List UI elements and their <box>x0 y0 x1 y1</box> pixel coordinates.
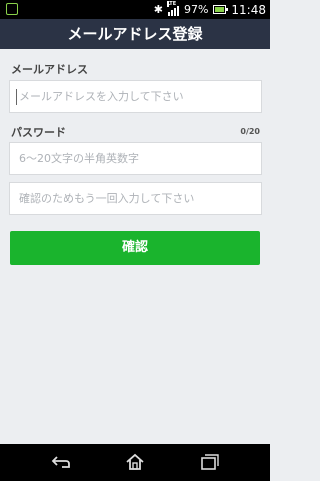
battery-icon <box>213 5 229 14</box>
signal-icon: LTE <box>166 0 179 16</box>
bluetooth-icon: ✱ <box>153 3 163 16</box>
confirm-button[interactable]: 確認 <box>10 231 260 265</box>
password-field[interactable]: 6～20文字の半角英数字 <box>9 142 262 175</box>
page-title: メールアドレス登録 <box>0 19 270 49</box>
battery-percent: 97% <box>183 3 209 16</box>
password-counter: 0/20 <box>240 127 260 136</box>
password-confirm-field[interactable]: 確認のためもう一回入力して下さい <box>9 182 262 215</box>
navigation-bar <box>0 444 270 481</box>
home-icon[interactable] <box>124 452 146 472</box>
back-icon[interactable] <box>50 452 72 472</box>
network-type-label: LTE <box>166 0 177 7</box>
password-label: パスワード <box>11 126 66 139</box>
email-label: メールアドレス <box>11 63 88 76</box>
recent-apps-icon[interactable] <box>199 452 221 472</box>
clock: 11:48 <box>231 2 266 17</box>
email-field[interactable]: メールアドレスを入力して下さい <box>9 80 262 113</box>
status-bar: ✱ LTE 97% 11:48 <box>0 0 270 19</box>
notification-icon <box>6 3 18 15</box>
